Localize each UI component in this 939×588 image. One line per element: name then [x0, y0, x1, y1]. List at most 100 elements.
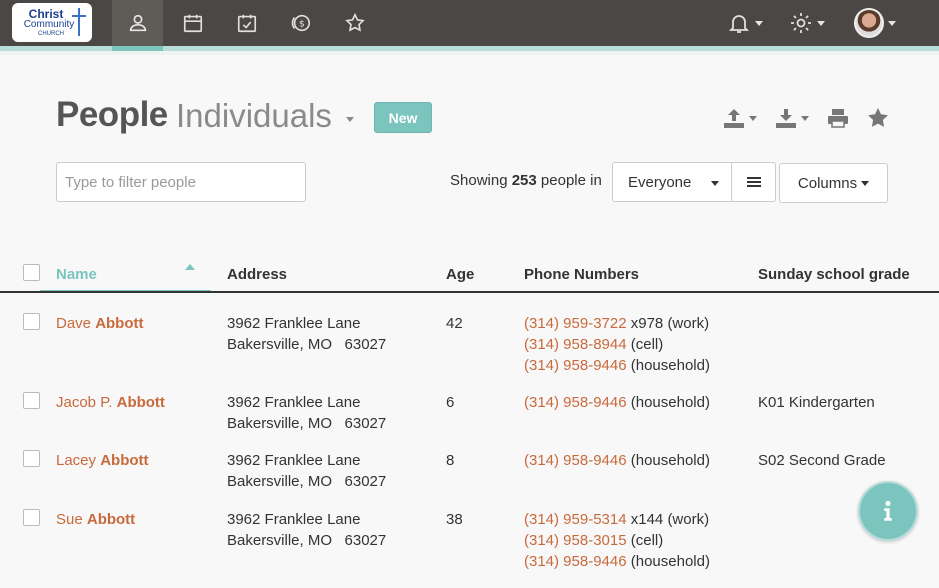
- download-icon: [776, 109, 796, 128]
- nav-tab-checkins[interactable]: [221, 0, 272, 46]
- cross-icon: [78, 8, 80, 36]
- phone-link[interactable]: (314) 958-9446: [524, 452, 627, 469]
- row-checkbox[interactable]: [23, 313, 40, 330]
- age: 8: [446, 452, 455, 469]
- avatar: [854, 8, 884, 38]
- import-button[interactable]: [722, 104, 757, 132]
- sort-ascending-icon: [185, 264, 195, 270]
- user-menu[interactable]: [854, 0, 896, 46]
- column-header-phone[interactable]: Phone Numbers: [524, 266, 639, 283]
- settings-menu[interactable]: [789, 0, 825, 46]
- filter-people-input[interactable]: [56, 162, 306, 202]
- chevron-down-icon: [711, 181, 719, 186]
- first-name: Jacob P.: [56, 394, 117, 411]
- navbar-shadow: [0, 51, 939, 55]
- checklist-icon: [237, 14, 256, 33]
- row-checkbox[interactable]: [23, 392, 40, 409]
- age: 6: [446, 394, 455, 411]
- phone-entry: (314) 958-3015 (cell): [524, 530, 663, 551]
- sunday-school-grade: S02 Second Grade: [758, 452, 886, 469]
- nav-tab-favorites[interactable]: [329, 0, 380, 46]
- address-line-2: Bakersville, MO 63027: [227, 473, 387, 490]
- nav-tab-calendar[interactable]: [167, 0, 218, 46]
- favorite-button[interactable]: [866, 104, 890, 132]
- nav-tab-giving[interactable]: $: [275, 0, 326, 46]
- phone-link[interactable]: (314) 958-9446: [524, 357, 627, 374]
- view-selector[interactable]: Individuals: [176, 97, 332, 135]
- upload-icon: [724, 109, 744, 128]
- address-line-2: Bakersville, MO 63027: [227, 336, 387, 353]
- first-name: Lacey: [56, 452, 101, 469]
- age: 38: [446, 511, 463, 528]
- phone-suffix: (household): [626, 452, 710, 469]
- bell-icon: [728, 15, 750, 33]
- svg-text:$: $: [299, 19, 305, 30]
- giving-icon: $: [291, 14, 310, 32]
- chevron-down-icon[interactable]: [346, 117, 354, 122]
- phone-suffix: x144 (work): [626, 511, 710, 528]
- showing-prefix: Showing: [450, 172, 512, 189]
- phone-link[interactable]: (314) 958-3015: [524, 532, 627, 549]
- gear-icon: [791, 13, 811, 33]
- last-name: Abbott: [86, 511, 136, 528]
- calendar-icon: [183, 14, 202, 33]
- last-name: Abbott: [100, 452, 149, 469]
- table-header-rule: [0, 291, 939, 293]
- print-button[interactable]: [826, 104, 850, 132]
- group-select[interactable]: Everyone: [612, 162, 732, 202]
- export-button[interactable]: [774, 104, 809, 132]
- phone-link[interactable]: (314) 959-3722: [524, 315, 627, 332]
- column-header-age[interactable]: Age: [446, 266, 474, 283]
- info-button[interactable]: [858, 481, 918, 541]
- notifications-menu[interactable]: [727, 0, 763, 46]
- star-icon: [344, 12, 365, 32]
- group-select-value: Everyone: [628, 173, 692, 191]
- person-name-link[interactable]: Lacey Abbott: [56, 450, 149, 471]
- phone-suffix: x978 (work): [626, 315, 710, 332]
- column-header-name[interactable]: Name: [56, 266, 97, 283]
- phone-entry: (314) 958-9446 (household): [524, 450, 710, 471]
- phone-link[interactable]: (314) 958-9446: [524, 553, 627, 570]
- showing-count: Showing 253 people in: [450, 172, 602, 189]
- phone-suffix: (cell): [626, 532, 664, 549]
- person-name-link[interactable]: Jacob P. Abbott: [56, 392, 165, 413]
- church-logo[interactable]: Christ Community CHURCH: [12, 3, 92, 42]
- phone-entry: (314) 958-9446 (household): [524, 551, 710, 572]
- star-icon: [868, 108, 888, 127]
- first-name: Dave: [56, 315, 96, 332]
- select-all-checkbox[interactable]: [23, 264, 40, 281]
- showing-suffix: people in: [536, 172, 602, 189]
- people-count: 253: [511, 172, 537, 189]
- phone-entry: (314) 958-9446 (household): [524, 355, 710, 376]
- phone-suffix: (household): [626, 357, 710, 374]
- phone-link[interactable]: (314) 958-9446: [524, 394, 627, 411]
- print-icon: [828, 109, 848, 128]
- address-line-2: Bakersville, MO 63027: [227, 532, 387, 549]
- nav-tab-people[interactable]: [112, 0, 163, 51]
- new-person-button[interactable]: New: [374, 102, 432, 133]
- logo-line-2: Community: [23, 19, 75, 30]
- columns-button[interactable]: Columns: [779, 163, 888, 203]
- chevron-down-icon: [801, 115, 809, 121]
- row-checkbox[interactable]: [23, 450, 40, 467]
- age: 42: [446, 315, 463, 332]
- phone-entry: (314) 958-8944 (cell): [524, 334, 663, 355]
- row-checkbox[interactable]: [23, 509, 40, 526]
- chevron-down-icon: [861, 180, 870, 186]
- chevron-down-icon: [888, 20, 896, 26]
- phone-link[interactable]: (314) 959-5314: [524, 511, 627, 528]
- address-line-1: 3962 Franklee Lane: [227, 315, 361, 332]
- list-options-button[interactable]: [731, 162, 776, 202]
- person-name-link[interactable]: Sue Abbott: [56, 509, 135, 530]
- phone-entry: (314) 959-3722 x978 (work): [524, 313, 709, 334]
- column-header-grade[interactable]: Sunday school grade: [758, 266, 910, 283]
- chevron-down-icon: [755, 20, 763, 26]
- phone-link[interactable]: (314) 958-8944: [524, 336, 627, 353]
- chevron-down-icon: [817, 20, 825, 26]
- address-line-1: 3962 Franklee Lane: [227, 452, 361, 469]
- phone-suffix: (household): [626, 553, 710, 570]
- column-header-address[interactable]: Address: [227, 266, 287, 283]
- person-name-link[interactable]: Dave Abbott: [56, 313, 144, 334]
- sunday-school-grade: K01 Kindergarten: [758, 394, 875, 411]
- columns-label: Columns: [797, 174, 858, 192]
